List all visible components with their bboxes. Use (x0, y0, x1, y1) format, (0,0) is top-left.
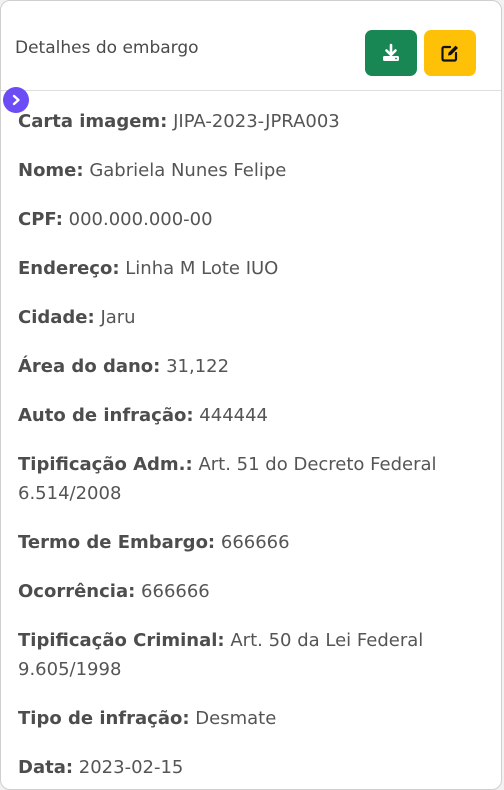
field-label: Tipo de infração: (18, 708, 190, 729)
detail-field-endereco: Endereço: Linha M Lote IUO (18, 254, 471, 283)
detail-field-tipo-de-infracao: Tipo de infração: Desmate (18, 704, 471, 733)
field-label: Auto de infração: (18, 405, 194, 426)
field-value: 000.000.000-00 (68, 209, 213, 230)
field-label: Data: (18, 757, 74, 778)
field-value: 666666 (220, 532, 290, 553)
field-value: 2023-02-15 (78, 757, 184, 778)
field-label: CPF: (18, 209, 63, 230)
field-label: Endereço: (18, 258, 120, 279)
sidebar-toggle-button[interactable] (3, 87, 29, 113)
detail-field-cidade: Cidade: Jaru (18, 303, 471, 332)
chevron-right-icon (12, 94, 20, 106)
detail-field-cpf: CPF: 000.000.000-00 (18, 205, 471, 234)
detail-field-tipificacao-criminal: Tipificação Criminal: Art. 50 da Lei Fed… (18, 626, 471, 684)
download-button[interactable] (365, 30, 417, 76)
field-label: Cidade: (18, 307, 95, 328)
field-value: Jaru (100, 307, 136, 328)
field-label: Ocorrência: (18, 581, 136, 602)
embargo-details-panel: Detalhes do embargo Carta imagem: JIPA-2… (0, 0, 502, 790)
field-value: 31,122 (166, 356, 230, 377)
detail-field-termo-de-embargo: Termo de Embargo: 666666 (18, 528, 471, 557)
field-label: Tipificação Criminal: (18, 630, 225, 651)
detail-field-auto-de-infracao: Auto de infração: 444444 (18, 401, 471, 430)
field-label: Área do dano: (18, 356, 161, 377)
panel-title: Detalhes do embargo (15, 38, 199, 58)
details-list: Carta imagem: JIPA-2023-JPRA003 Nome: Ga… (18, 107, 471, 789)
field-label: Tipificação Adm.: (18, 454, 193, 475)
detail-field-data: Data: 2023-02-15 (18, 753, 471, 782)
field-label: Carta imagem: (18, 111, 168, 132)
detail-field-area-do-dano: Área do dano: 31,122 (18, 352, 471, 381)
detail-field-tipificacao-adm: Tipificação Adm.: Art. 51 do Decreto Fed… (18, 450, 471, 508)
field-value: JIPA-2023-JPRA003 (173, 111, 340, 132)
download-icon (383, 43, 399, 61)
detail-field-carta-imagem: Carta imagem: JIPA-2023-JPRA003 (18, 107, 471, 136)
edit-button[interactable] (424, 30, 476, 76)
detail-field-ocorrencia: Ocorrência: 666666 (18, 577, 471, 606)
field-label: Nome: (18, 160, 84, 181)
edit-icon (441, 45, 458, 62)
panel-header: Detalhes do embargo (1, 1, 501, 91)
field-value: Desmate (195, 708, 277, 729)
detail-field-nome: Nome: Gabriela Nunes Felipe (18, 156, 471, 185)
field-value: Gabriela Nunes Felipe (89, 160, 287, 181)
field-label: Termo de Embargo: (18, 532, 216, 553)
field-value: 444444 (199, 405, 269, 426)
field-value: Linha M Lote IUO (125, 258, 279, 279)
field-value: 666666 (141, 581, 210, 602)
